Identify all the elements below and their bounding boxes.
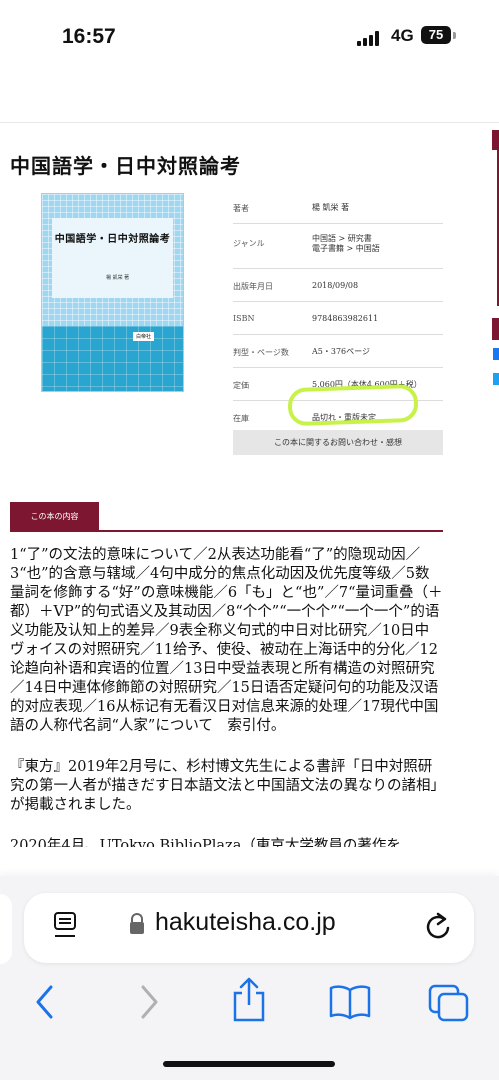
cover-publisher: 白帝社 [133, 332, 155, 341]
book-description: 1“了”の文法的意味について／2从表达功能看“了”的隐现动因／3“也”的含意与辖… [10, 546, 443, 869]
highlight-circle [287, 383, 419, 427]
back-icon[interactable] [33, 984, 57, 1020]
cover-panel: 中国語学・日中対照論考 楊 凱栄 著 [52, 218, 173, 298]
partial-line: 2020年4月、UTokyo BiblioPlaza（東京大学教員の著作を [10, 838, 401, 847]
battery-nub [453, 32, 456, 39]
cover-author: 楊 凱栄 著 [106, 275, 130, 281]
cover-title: 中国語学・日中対照論考 [54, 234, 171, 245]
reader-mode-icon[interactable] [53, 911, 77, 941]
tab-divider [10, 530, 443, 532]
lock-icon [130, 913, 144, 934]
spec-value: A5・376ページ [312, 347, 370, 356]
reload-icon[interactable] [424, 911, 452, 941]
spec-label: 判型・ページ数 [233, 348, 289, 357]
home-indicator [163, 1061, 335, 1067]
spec-label: ISBN [233, 314, 255, 323]
share-icon[interactable] [229, 977, 269, 1023]
spec-row-date: 出版年月日 2018/09/08 [233, 269, 443, 302]
header-divider [0, 122, 499, 123]
spec-label: 定価 [233, 381, 249, 390]
book-cover[interactable]: 中国語学・日中対照論考 楊 凱栄 著 白帝社 [41, 193, 184, 392]
tabs-icon[interactable] [428, 984, 470, 1022]
spec-row-author: 著者 楊 凱栄 著 [233, 191, 443, 224]
bookmarks-icon[interactable] [328, 984, 372, 1020]
spec-value: 2018/09/08 [312, 281, 359, 290]
spec-row-genre: ジャンル 中国語 > 研究書 電子書籍 > 中国語 [233, 224, 443, 269]
spec-value: 9784863982611 [312, 314, 379, 323]
side-tabs[interactable] [489, 130, 499, 390]
inquiry-button[interactable]: この本に関するお問い合わせ・感想 [233, 430, 443, 455]
spec-row-isbn: ISBN 9784863982611 [233, 302, 443, 335]
cover-band [42, 326, 183, 391]
spec-label: 出版年月日 [233, 282, 273, 291]
forward-icon[interactable] [137, 984, 161, 1020]
status-bar: 16:57 4G 75 [0, 0, 499, 80]
url-text[interactable]: hakuteisha.co.jp [155, 908, 336, 937]
network-type: 4G [391, 26, 414, 45]
review-note: 『東方』2019年2月号に、杉村博文先生による書評「日中対照研究の第一人者が描き… [10, 759, 438, 813]
spec-label: 在庫 [233, 414, 249, 423]
tab-book-contents[interactable]: この本の内容 [10, 502, 99, 532]
spec-value[interactable]: 楊 凱栄 著 [312, 203, 349, 213]
signal-icon [357, 30, 383, 46]
table-of-contents: 1“了”の文法的意味について／2从表达功能看“了”的隐现动因／3“也”的含意与辖… [10, 547, 443, 734]
status-time: 16:57 [62, 25, 116, 48]
spec-value[interactable]: 中国語 > 研究書 電子書籍 > 中国語 [312, 234, 380, 254]
page-title: 中国語学・日中対照論考 [10, 154, 241, 178]
previous-tab-edge[interactable] [0, 894, 12, 964]
battery-icon: 75 [421, 26, 451, 44]
spec-label: 著者 [233, 204, 249, 213]
spec-row-format: 判型・ページ数 A5・376ページ [233, 335, 443, 368]
spec-label: ジャンル [233, 239, 265, 248]
